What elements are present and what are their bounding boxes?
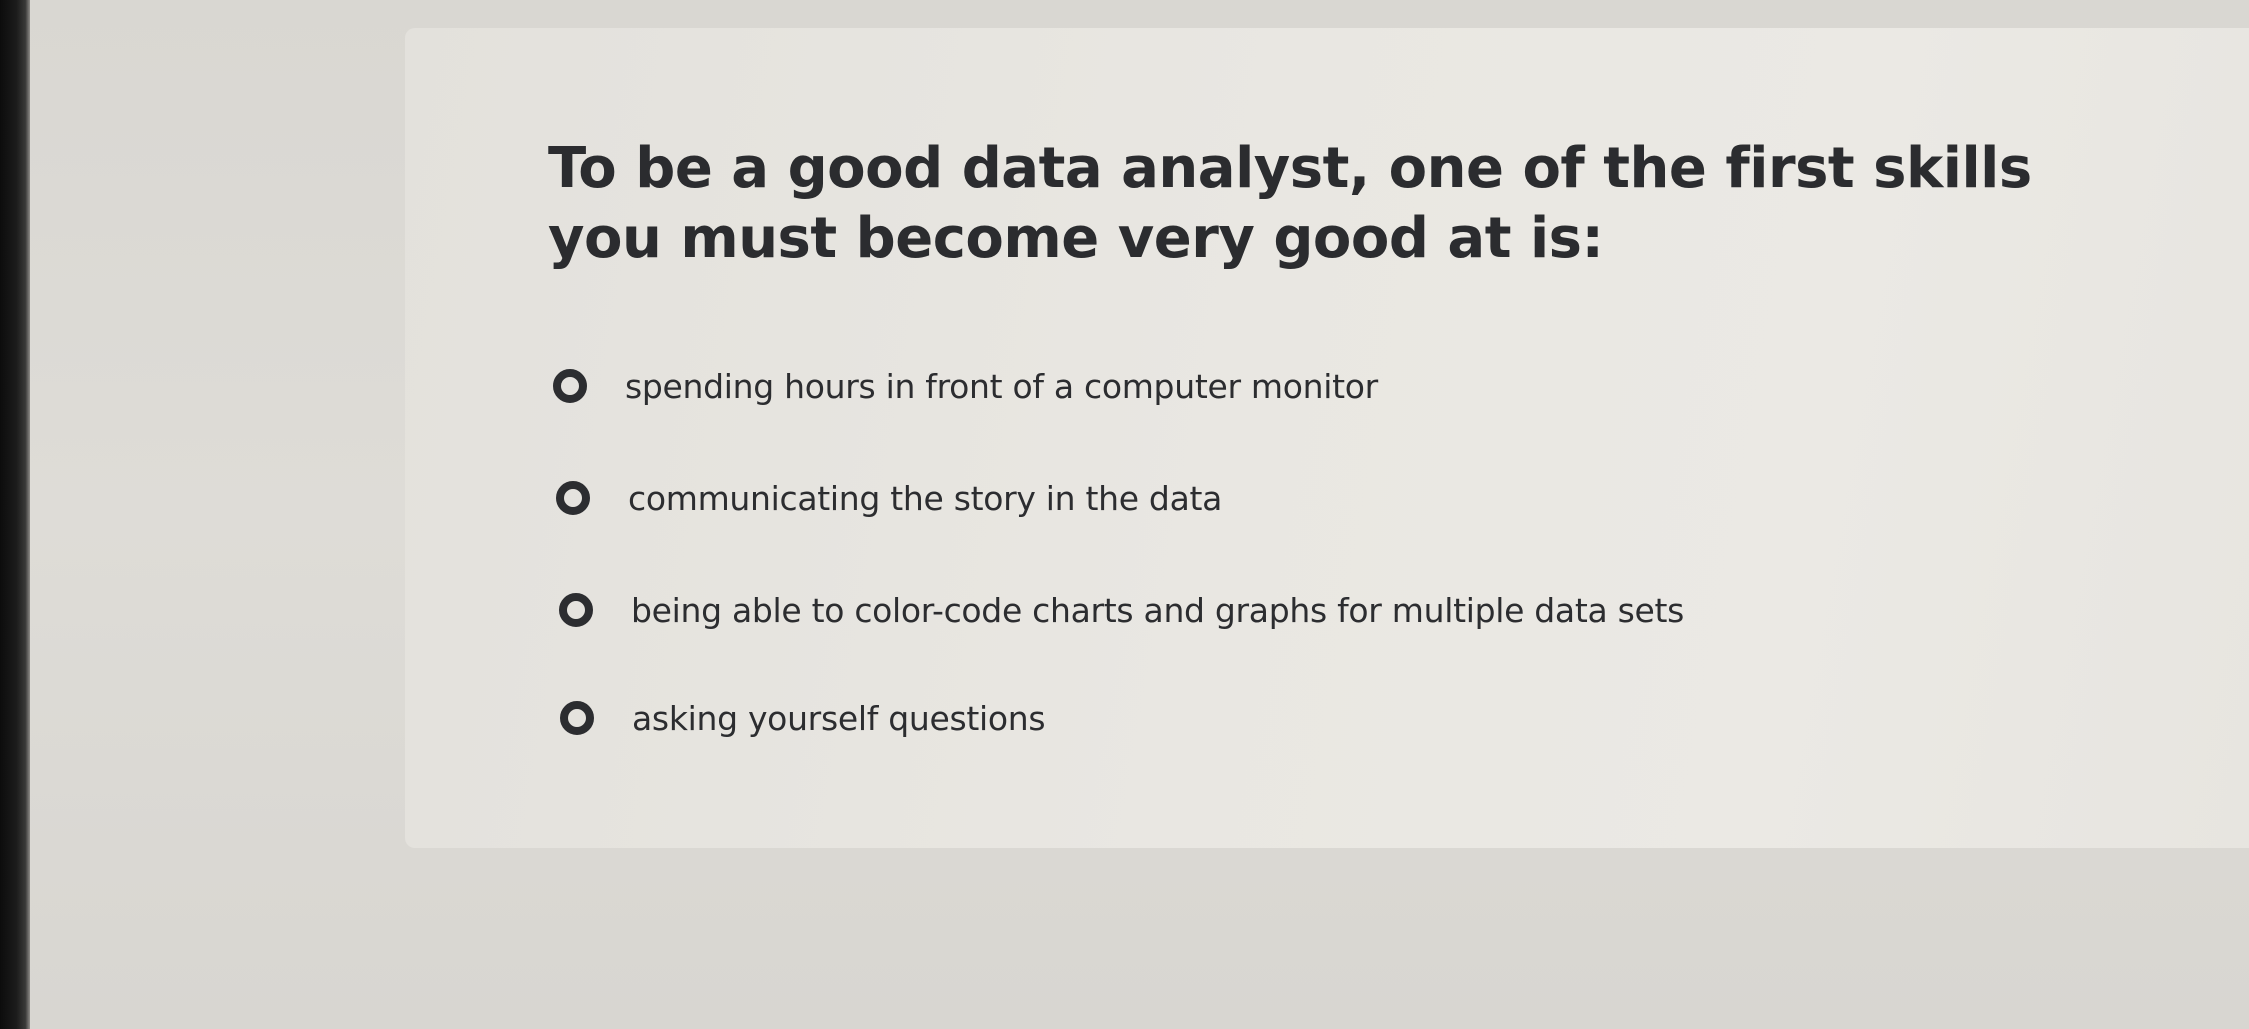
radio-unselected-icon[interactable]: [556, 481, 590, 515]
monitor-bezel: [0, 0, 30, 1029]
radio-unselected-icon[interactable]: [559, 593, 593, 627]
radio-unselected-icon[interactable]: [560, 701, 594, 735]
question-text: To be a good data analyst, one of the fi…: [548, 136, 2032, 271]
answer-option-label[interactable]: spending hours in front of a computer mo…: [625, 367, 1378, 406]
answer-option-1[interactable]: spending hours in front of a computer mo…: [553, 356, 1378, 416]
radio-unselected-icon[interactable]: [553, 369, 587, 403]
answer-option-3[interactable]: being able to color-code charts and grap…: [559, 580, 1684, 640]
answer-option-label[interactable]: communicating the story in the data: [628, 479, 1222, 518]
answer-option-label[interactable]: being able to color-code charts and grap…: [631, 591, 1684, 630]
answer-option-4[interactable]: asking yourself questions: [560, 688, 1046, 748]
answer-option-2[interactable]: communicating the story in the data: [556, 468, 1222, 528]
answer-option-label[interactable]: asking yourself questions: [632, 699, 1046, 738]
